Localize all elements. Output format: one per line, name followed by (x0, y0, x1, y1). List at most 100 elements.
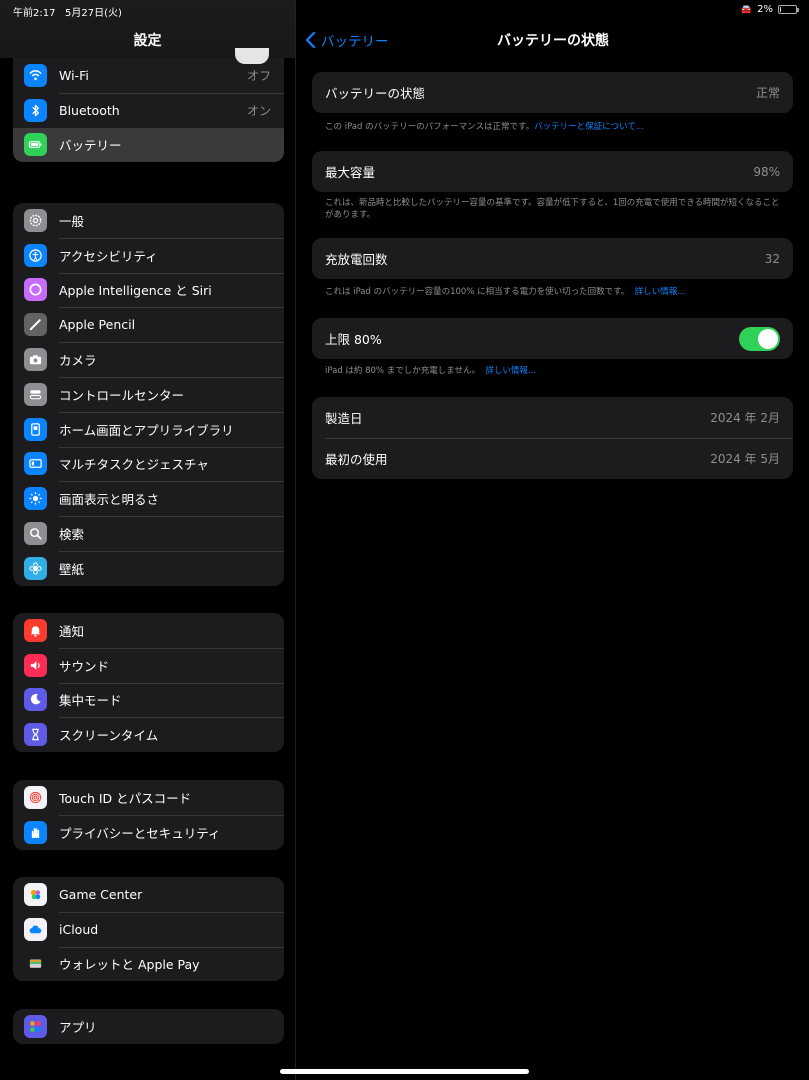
sidebar-item[interactable]: バッテリー (13, 127, 284, 163)
gear-icon (24, 208, 47, 232)
sidebar-group-connectivity: Wi-Fi オフ Bluetooth オン バッテリー (13, 58, 284, 163)
limit-80-toggle[interactable] (739, 326, 780, 351)
home-screen-icon (24, 417, 47, 441)
sidebar-item[interactable]: マルチタスクとジェスチャ (13, 446, 284, 482)
sidebar-item[interactable]: Bluetooth オン (13, 92, 284, 128)
sidebar-item[interactable]: 画面表示と明るさ (13, 481, 284, 516)
health-footer: この iPad のバッテリーのパフォーマンスは正常です。バッテリーと保証について… (325, 121, 785, 133)
sidebar-item[interactable]: 通知 (13, 613, 284, 648)
battery-percent: 2% (757, 4, 773, 15)
sidebar-item-label: 一般 (59, 213, 85, 229)
limit-footer: iPad は約 80% までしか充電しません。 詳しい情報... (325, 365, 785, 377)
sidebar-item-label: 検索 (59, 527, 85, 543)
manufacture-label: 製造日 (325, 411, 363, 426)
sidebar-item-label: Game Center (59, 886, 143, 902)
manufacture-row: 製造日 2024 年 2月 (312, 397, 793, 438)
wifi-icon (24, 63, 47, 87)
sidebar-item-label: ウォレットと Apple Pay (59, 957, 200, 973)
apple-intelligence-icon (24, 278, 47, 302)
capacity-card: 最大容量 98% (312, 151, 793, 192)
sidebar-item[interactable]: ホーム画面とアプリライブラリ (13, 411, 284, 447)
sidebar-item[interactable]: スクリーンタイム (13, 717, 284, 752)
cycle-more-link[interactable]: 詳しい情報... (635, 287, 686, 297)
search-icon (24, 522, 47, 546)
sidebar-item[interactable]: Game Center (13, 877, 284, 912)
fingerprint-icon (24, 785, 47, 809)
multitasking-icon (24, 452, 47, 476)
health-row: バッテリーの状態 正常 (312, 72, 793, 113)
icloud-icon (24, 917, 47, 941)
page-title: バッテリーの状態 (497, 33, 609, 49)
hourglass-icon (24, 723, 47, 747)
bluetooth-icon (24, 98, 47, 122)
settings-sidebar[interactable]: 設定 Wi-Fi オフ Bluetooth オン バッテリー 一般 アクセシビリティ App… (0, 0, 296, 1080)
battery-status-icon (778, 5, 799, 14)
sidebar-item-label: アクセシビリティ (59, 248, 158, 264)
sidebar-item[interactable]: iCloud (13, 911, 284, 947)
wallet-icon (24, 952, 47, 976)
home-indicator[interactable] (280, 1069, 529, 1074)
wallpaper-icon (24, 556, 47, 580)
sidebar-item-label: 画面表示と明るさ (59, 492, 160, 508)
sidebar-group-security: Touch ID とパスコードプライバシーとセキュリティ (13, 780, 284, 850)
focus-moon-icon (24, 688, 47, 712)
sidebar-item[interactable]: 集中モード (13, 682, 284, 718)
health-value: 正常 (755, 86, 780, 100)
sidebar-item[interactable]: アクセシビリティ (13, 237, 284, 273)
sidebar-title: 設定 (133, 33, 162, 49)
first-use-value: 2024 年 5月 (710, 452, 780, 466)
game-center-icon (24, 882, 47, 906)
sidebar-item-label: サウンド (59, 658, 110, 674)
sidebar-item-label: スクリーンタイム (59, 728, 159, 744)
sidebar-item[interactable]: Touch ID とパスコード (13, 780, 284, 815)
sidebar-item-label: バッテリー (59, 138, 122, 154)
status-time: 午前2:17 5月27日(火) (13, 8, 122, 19)
sidebar-item[interactable]: ウォレットと Apple Pay (13, 946, 284, 982)
status-date: 5月27日(火) (65, 8, 122, 19)
sidebar-item[interactable]: 壁紙 (13, 550, 284, 586)
sidebar-item-label: カメラ (59, 353, 97, 369)
sidebar-item-label: コントロールセンター (59, 387, 185, 403)
toggle-knob (758, 328, 778, 349)
sidebar-item[interactable]: Apple Pencil (13, 307, 284, 342)
cycle-footer: これは iPad のバッテリー容量の100% に相当する電力を使い切った回数です… (325, 286, 785, 298)
manufacture-value: 2024 年 2月 (710, 411, 780, 425)
cycle-count-label: 充放電回数 (325, 252, 388, 267)
car-icon: 🚘 (740, 4, 753, 15)
dates-card: 製造日 2024 年 2月 最初の使用 2024 年 5月 (312, 397, 793, 479)
health-footer-text: この iPad のバッテリーのパフォーマンスは正常です。 (325, 122, 535, 132)
max-capacity-value: 98% (753, 164, 780, 179)
sidebar-item-value: オフ (246, 68, 271, 83)
sound-icon (24, 653, 47, 677)
sidebar-item-value: オン (246, 103, 271, 118)
sidebar-item[interactable]: 検索 (13, 516, 284, 551)
battery-health-pane: バッテリー バッテリーの状態 バッテリーの状態 正常 この iPad のバッテリ… (297, 0, 809, 1080)
airplane-mode-toggle-partial[interactable] (235, 48, 269, 64)
sidebar-item[interactable]: Apple Intelligence と Siri (13, 272, 284, 308)
health-label: バッテリーの状態 (325, 86, 426, 101)
cycle-card: 充放電回数 32 (312, 238, 793, 279)
limit-card: 上限 80% (312, 318, 793, 359)
sidebar-item[interactable]: プライバシーとセキュリティ (13, 814, 284, 850)
sidebar-item[interactable]: アプリ (13, 1009, 284, 1044)
sidebar-item[interactable]: サウンド (13, 647, 284, 683)
max-capacity-row: 最大容量 98% (312, 151, 793, 192)
sidebar-item-label: 通知 (59, 623, 85, 639)
sidebar-item-label: マルチタスクとジェスチャ (59, 457, 209, 473)
sidebar-item-label: Touch ID とパスコード (59, 790, 192, 806)
sidebar-item[interactable]: カメラ (13, 342, 284, 377)
sidebar-item-label: ホーム画面とアプリライブラリ (59, 422, 234, 438)
sidebar-item-label: プライバシーとセキュリティ (59, 825, 221, 841)
limit-more-link[interactable]: 詳しい情報... (485, 366, 536, 376)
sidebar-item-label: Apple Pencil (59, 317, 136, 333)
max-capacity-label: 最大容量 (325, 165, 376, 180)
limit-row: 上限 80% (312, 318, 793, 359)
accessibility-icon (24, 243, 47, 267)
warranty-link[interactable]: バッテリーと保証について... (534, 122, 644, 132)
pencil-icon (24, 313, 47, 337)
sidebar-item[interactable]: コントロールセンター (13, 376, 284, 412)
apps-grid-icon (24, 1014, 47, 1038)
cycle-count-value: 32 (764, 251, 780, 266)
sidebar-group-general: 一般アクセシビリティ Apple Intelligence と Siri Apple… (13, 203, 284, 586)
sidebar-item[interactable]: 一般 (13, 203, 284, 238)
